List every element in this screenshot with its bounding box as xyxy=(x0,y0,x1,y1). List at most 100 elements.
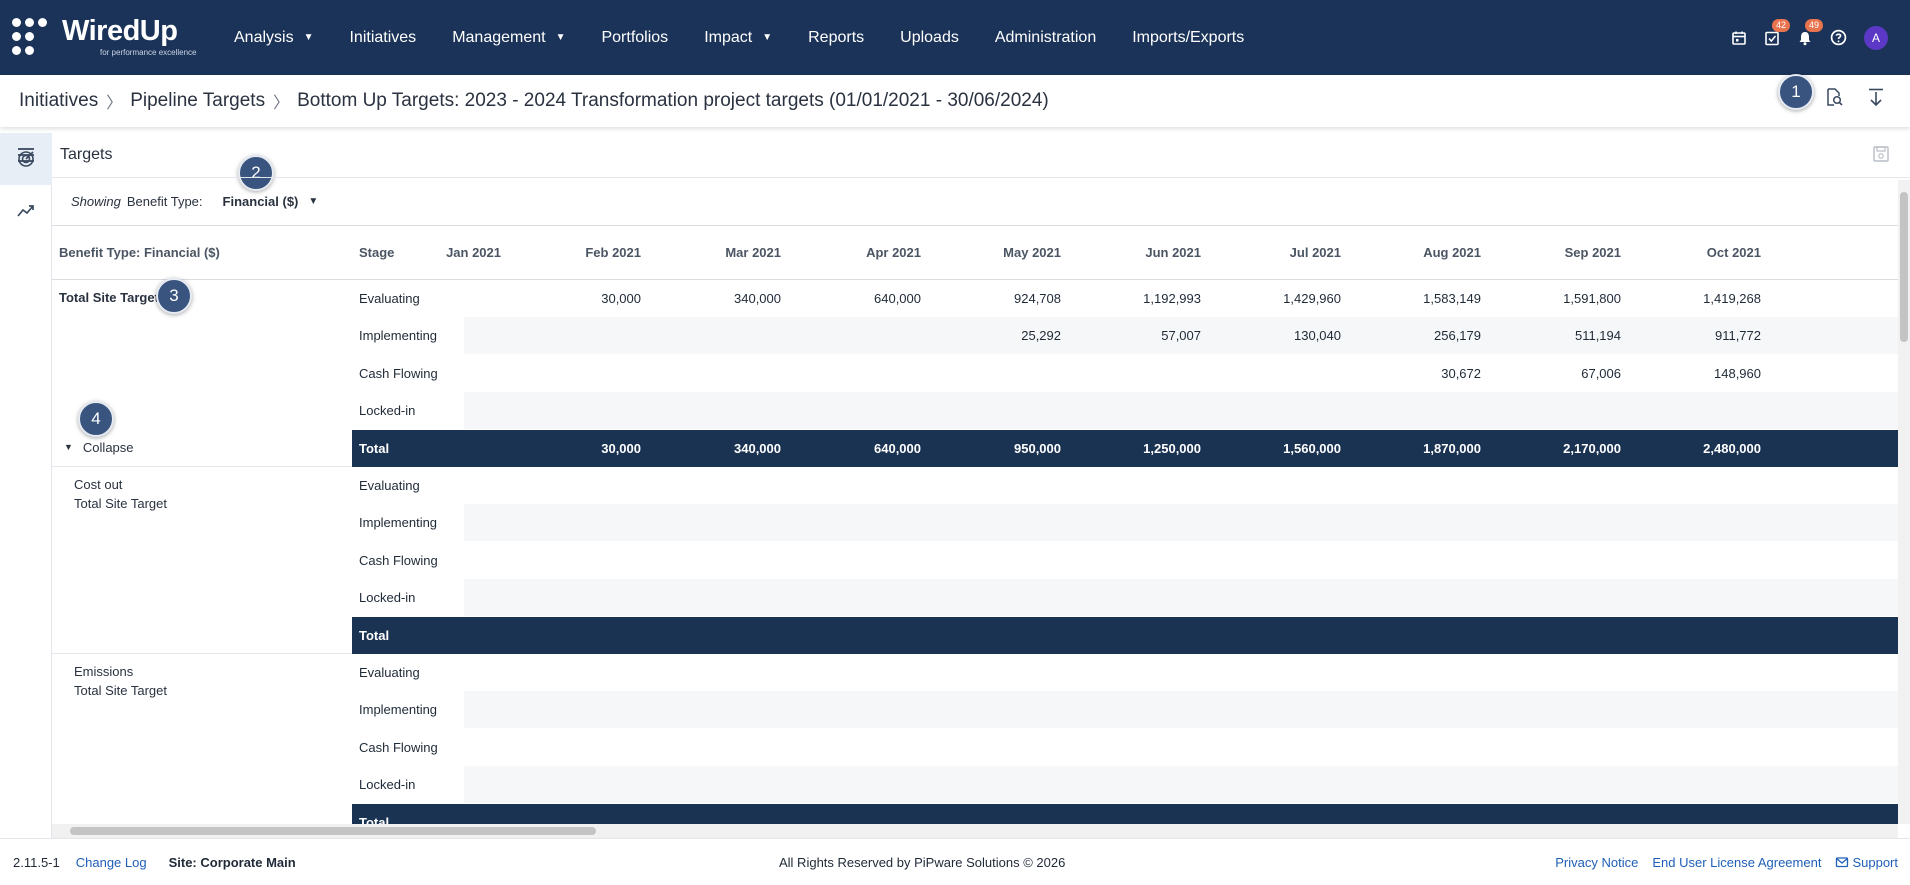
save-icon[interactable] xyxy=(1872,145,1890,168)
value-cell[interactable]: 924,708 xyxy=(951,280,1061,317)
targets-grid: Benefit Type: Financial ($) Stage Jan 20… xyxy=(52,226,1898,824)
horizontal-scrollbar[interactable] xyxy=(52,824,1898,838)
value-cell[interactable]: 640,000 xyxy=(811,280,921,317)
caret-down-icon: ▼ xyxy=(762,32,773,43)
value-cell[interactable]: 911,772 xyxy=(1651,317,1761,354)
nav-uploads[interactable]: Uploads xyxy=(900,29,959,47)
value-cell[interactable]: 1,583,149 xyxy=(1371,280,1481,317)
total-row: Total 30,000 340,000 640,000 950,000 1,250,00… xyxy=(352,429,1898,467)
chevron-right-icon: 〉 xyxy=(273,95,290,112)
main-menu: Analysis ▼ Initiatives Management ▼ Portfo… xyxy=(234,0,1280,75)
value-cell[interactable]: 30,672 xyxy=(1371,355,1481,392)
rail-trends[interactable] xyxy=(0,185,52,237)
breadcrumb: Initiatives 〉 Pipeline Targets 〉 Bottom … xyxy=(19,89,1049,113)
document-search-icon[interactable] xyxy=(1824,87,1844,107)
tasks-badge: 42 xyxy=(1771,18,1790,32)
stage-cell: Total xyxy=(359,440,390,456)
group-label: Emissions xyxy=(74,664,134,679)
download-icon[interactable] xyxy=(1866,87,1886,107)
user-avatar[interactable]: A xyxy=(1864,25,1888,50)
logo-tagline: for performance excellence xyxy=(100,48,197,57)
change-log-link[interactable]: Change Log xyxy=(76,855,147,870)
value-cell[interactable]: 2,170,000 xyxy=(1511,430,1621,467)
collapse-toggle[interactable]: ▼ Collapse xyxy=(64,440,134,455)
eula-link[interactable]: End User License Agreement xyxy=(1652,855,1821,870)
nav-portfolios[interactable]: Portfolios xyxy=(601,29,668,47)
vertical-scroll-thumb[interactable] xyxy=(1900,192,1908,342)
privacy-notice-link[interactable]: Privacy Notice xyxy=(1555,855,1638,870)
breadcrumb-initiatives[interactable]: Initiatives xyxy=(19,90,98,112)
value-cell[interactable]: 1,419,268 xyxy=(1651,280,1761,317)
value-cell[interactable]: 67,006 xyxy=(1511,355,1621,392)
horizontal-scroll-thumb[interactable] xyxy=(70,827,596,835)
benefit-type-label: Benefit Type: xyxy=(126,194,203,209)
vertical-scrollbar[interactable] xyxy=(1898,180,1910,824)
value-cell[interactable]: 1,429,960 xyxy=(1231,280,1341,317)
value-cell[interactable]: 1,192,993 xyxy=(1091,280,1201,317)
support-link[interactable]: Support xyxy=(1835,855,1898,870)
value-cell[interactable]: 340,000 xyxy=(671,430,781,467)
group-label-cell: Total Site Target ▼ Collapse xyxy=(52,280,352,467)
copyright-text: All Rights Reserved by PiPware Solutions… xyxy=(779,854,1066,870)
task-check-icon[interactable]: 42 xyxy=(1762,18,1790,48)
nav-reports[interactable]: Reports xyxy=(808,29,864,47)
value-cell[interactable]: 1,250,000 xyxy=(1091,430,1201,467)
value-cell[interactable]: 130,040 xyxy=(1231,317,1341,354)
stage-cell: Evaluating xyxy=(359,291,420,306)
value-cell[interactable]: 1,591,800 xyxy=(1511,280,1621,317)
benefit-type-select[interactable]: Financial ($) ▼ xyxy=(223,194,319,209)
nav-administration[interactable]: Administration xyxy=(995,29,1096,47)
value-cell[interactable]: 30,000 xyxy=(531,430,641,467)
value-cell[interactable]: 25,292 xyxy=(951,317,1061,354)
notifications-badge: 49 xyxy=(1804,18,1823,32)
value-cell[interactable]: 640,000 xyxy=(811,430,921,467)
value-cell[interactable]: 340,000 xyxy=(671,280,781,317)
value-cell[interactable]: 1,870,000 xyxy=(1371,430,1481,467)
breadcrumb-bar: Initiatives 〉 Pipeline Targets 〉 Bottom … xyxy=(0,75,1910,127)
bell-icon[interactable]: 49 xyxy=(1795,18,1823,48)
col-header-month: Sep 2021 xyxy=(1564,245,1621,260)
value-cell[interactable]: 148,960 xyxy=(1651,355,1761,392)
breadcrumb-pipeline-targets[interactable]: Pipeline Targets xyxy=(130,90,265,112)
trend-chart-icon xyxy=(17,205,34,217)
filter-bar: Showing Benefit Type: Financial ($) ▼ xyxy=(52,178,1902,226)
nav-management[interactable]: Management ▼ xyxy=(452,29,565,47)
table-row: Locked-in xyxy=(352,579,1898,617)
wiredup-logo[interactable]: WiredUp for performance excellence xyxy=(12,14,202,60)
caret-down-icon: ▼ xyxy=(64,442,73,453)
stage-cell: Implementing xyxy=(359,515,438,531)
col-header-month: Oct 2021 xyxy=(1706,245,1761,260)
stage-cell: Implementing xyxy=(359,328,438,344)
help-icon[interactable] xyxy=(1828,28,1848,48)
version-label: 2.11.5-1 xyxy=(13,854,60,870)
value-cell[interactable]: 1,560,000 xyxy=(1231,430,1341,467)
value-cell[interactable]: 2,480,000 xyxy=(1651,430,1761,467)
breadcrumb-current-page: Bottom Up Targets: 2023 - 2024 Transform… xyxy=(297,90,1049,111)
nav-imports-exports[interactable]: Imports/Exports xyxy=(1132,29,1244,47)
col-header-month: Jun 2021 xyxy=(1145,245,1201,260)
group-label-cell: Emissions Total Site Target xyxy=(52,654,352,824)
table-row: Evaluating 30,000 340,000 640,000 924,708 1,1… xyxy=(352,280,1898,317)
side-rail xyxy=(0,133,52,838)
value-cell[interactable]: 256,179 xyxy=(1371,317,1481,354)
table-row: Implementing xyxy=(352,504,1898,542)
col-header-month: Jan 2021 xyxy=(446,245,501,260)
top-navigation-bar: WiredUp for performance excellence Analy… xyxy=(0,0,1910,75)
value-cell[interactable]: 950,000 xyxy=(951,430,1061,467)
step-marker-3: 3 xyxy=(156,278,192,314)
grid-header-row: Benefit Type: Financial ($) Stage Jan 20… xyxy=(52,226,1898,280)
col-header-benefit-type: Benefit Type: Financial ($) xyxy=(59,245,220,260)
support-icon xyxy=(1836,857,1849,868)
calendar-icon[interactable] xyxy=(1729,28,1749,48)
menu-icon[interactable] xyxy=(0,133,52,178)
nav-initiatives[interactable]: Initiatives xyxy=(349,29,416,47)
step-marker-1: 1 xyxy=(1778,74,1814,110)
step-marker-4: 4 xyxy=(78,401,114,437)
value-cell[interactable]: 511,194 xyxy=(1511,317,1621,354)
nav-impact[interactable]: Impact ▼ xyxy=(704,29,772,47)
value-cell[interactable]: 57,007 xyxy=(1091,317,1201,354)
stage-cell: Cash Flowing xyxy=(359,739,438,755)
chevron-right-icon: 〉 xyxy=(106,95,123,112)
value-cell[interactable]: 30,000 xyxy=(531,280,641,317)
nav-analysis[interactable]: Analysis ▼ xyxy=(234,29,313,47)
